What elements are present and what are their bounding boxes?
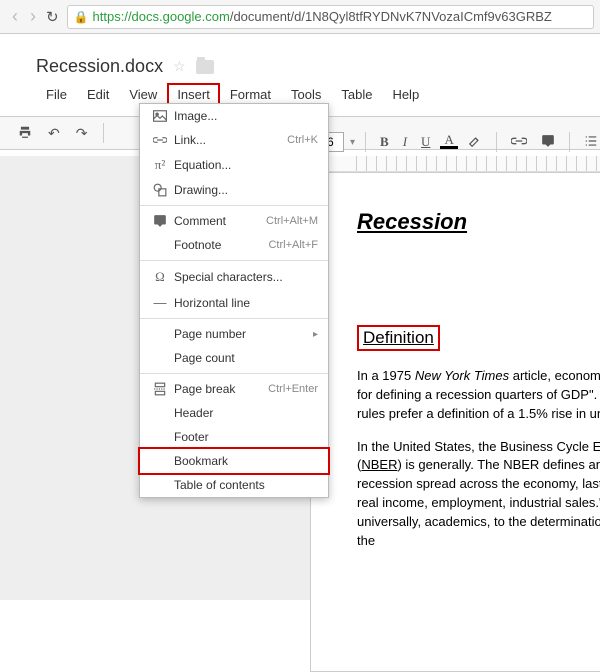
menuitem-label: Image... [170,109,318,123]
menuitem-drawing[interactable]: Drawing... [140,178,328,202]
paragraph-1: In a 1975 New York Times article, econom… [357,367,600,424]
menuitem-link[interactable]: Link...Ctrl+K [140,128,328,152]
shortcut: Ctrl+Alt+M [266,215,318,227]
browser-address-bar: ‹ › ↻ 🔒 https://docs.google.com/document… [0,0,600,34]
menuitem-label: Page number [170,327,313,341]
menuitem-special-characters[interactable]: ΩSpecial characters... [140,264,328,290]
shortcut: Ctrl+Enter [268,383,318,395]
bold-button[interactable]: B [376,134,393,150]
menuitem-label: Equation... [170,158,318,172]
chevron-right-icon: ▸ [313,329,318,340]
definition-heading: Definition [357,325,440,351]
back-icon[interactable]: ‹ [6,6,24,27]
chevron-down-icon[interactable]: ▾ [350,137,355,148]
star-icon[interactable]: ☆ [173,58,186,75]
document-page[interactable]: Recession Definition In a 1975 New York … [310,172,600,672]
menuitem-page-number[interactable]: Page number▸ [140,322,328,346]
menuitem-label: Drawing... [170,183,318,197]
folder-icon[interactable] [196,60,214,74]
forward-icon[interactable]: › [24,6,42,27]
menuitem-image[interactable]: Image... [140,104,328,128]
menuitem-label: Comment [170,214,266,228]
separator [140,373,328,374]
special-icon: Ω [150,269,170,285]
underline-button[interactable]: U [417,134,434,150]
menuitem-label: Page count [170,351,318,365]
redo-icon[interactable]: ↷ [72,125,92,142]
lock-icon: 🔒 [74,10,89,24]
menuitem-bookmark[interactable]: Bookmark [140,449,328,473]
menu-table[interactable]: Table [331,83,382,106]
menuitem-horizontal-line[interactable]: ―Horizontal line [140,290,328,315]
menuitem-label: Table of contents [170,478,318,492]
print-icon[interactable] [14,125,36,142]
textcolor-button[interactable]: A [440,135,457,148]
equation-icon: π² [150,157,170,173]
menuitem-page-break[interactable]: Page breakCtrl+Enter [140,377,328,401]
menuitem-label: Footer [170,430,318,444]
image-icon [150,110,170,122]
menuitem-label: Header [170,406,318,420]
insert-menu-dropdown: Image...Link...Ctrl+Kπ²Equation...Drawin… [139,103,329,498]
shortcut: Ctrl+Alt+F [268,239,318,251]
menuitem-footer[interactable]: Footer [140,425,328,449]
menu-help[interactable]: Help [382,83,429,106]
menuitem-label: Special characters... [170,270,318,284]
ruler [310,156,600,172]
numbered-list-icon[interactable] [580,134,600,151]
menuitem-page-count[interactable]: Page count [140,346,328,370]
url-field[interactable]: 🔒 https://docs.google.com/document/d/1N8… [67,5,594,29]
undo-icon[interactable]: ↶ [44,125,64,142]
shortcut: Ctrl+K [287,134,318,146]
link-icon [150,135,170,145]
reload-icon[interactable]: ↻ [42,8,67,26]
menu-edit[interactable]: Edit [77,83,119,106]
menuitem-label: Footnote [170,238,268,252]
menuitem-label: Bookmark [170,454,318,468]
doc-title[interactable]: Recession.docx [36,56,163,77]
menuitem-comment[interactable]: CommentCtrl+Alt+M [140,209,328,233]
link-icon[interactable] [507,135,531,150]
highlight-button[interactable] [464,134,486,151]
menuitem-label: Link... [170,133,287,147]
menuitem-label: Horizontal line [170,296,318,310]
menuitem-footnote[interactable]: FootnoteCtrl+Alt+F [140,233,328,257]
doc-heading: Recession [357,209,600,235]
comment-icon [150,214,170,228]
separator [140,205,328,206]
paragraph-2: In the United States, the Business Cycle… [357,438,600,551]
separator [140,260,328,261]
toolbar-format: 16 ▾ B I U A [310,129,600,155]
menuitem-header[interactable]: Header [140,401,328,425]
drawing-icon [150,183,170,197]
menuitem-equation[interactable]: π²Equation... [140,152,328,178]
hr-icon: ― [150,295,170,310]
separator [140,318,328,319]
url-text: https://docs.google.com/document/d/1N8Qy… [93,9,552,24]
pagebreak-icon [150,382,170,396]
doc-header: Recession.docx ☆ FileEditViewInsertForma… [0,34,600,106]
menuitem-table-of-contents[interactable]: Table of contents [140,473,328,497]
italic-button[interactable]: I [399,134,411,150]
menu-file[interactable]: File [36,83,77,106]
comment-icon[interactable] [537,134,559,151]
menuitem-label: Page break [170,382,268,396]
